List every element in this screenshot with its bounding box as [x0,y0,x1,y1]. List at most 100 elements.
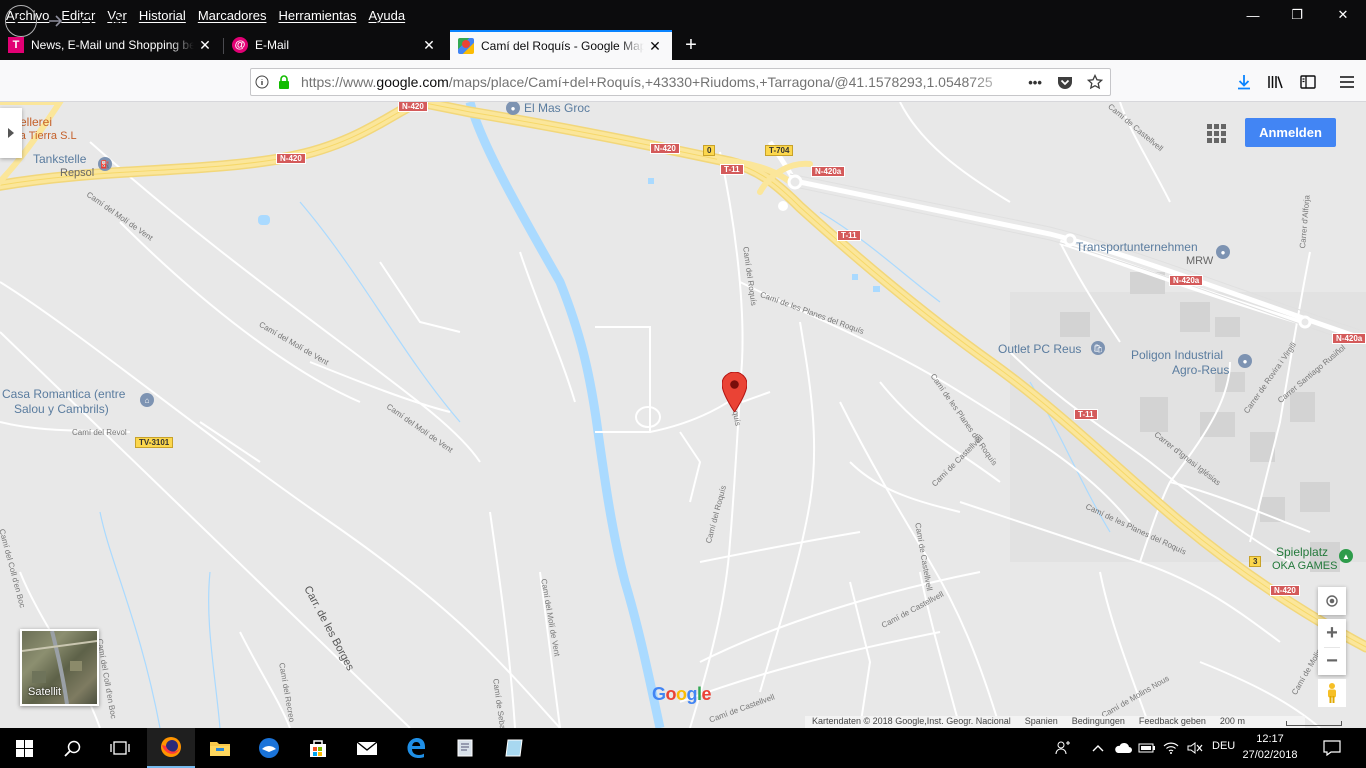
minimize-button[interactable]: — [1230,0,1276,30]
battery-icon[interactable] [1137,738,1157,758]
menu-historial[interactable]: Historial [139,8,186,23]
satellite-layer-toggle[interactable]: Satellit [20,629,99,706]
location-pin-icon[interactable] [722,372,747,412]
poi-poligon-sub: Agro-Reus [1172,363,1230,377]
sign-in-button[interactable]: Anmelden [1245,118,1336,147]
tab-email[interactable]: @ E-Mail ✕ [224,30,446,60]
edge-icon [407,738,425,758]
onedrive-cloud-icon[interactable] [1113,738,1133,758]
google-apps-icon[interactable] [1205,122,1227,144]
close-tab-icon[interactable]: ✕ [418,37,440,54]
task-view-icon [110,741,130,755]
road-shield: N-420a [1332,333,1366,344]
poi-poligon[interactable]: Poligon Industrial [1131,349,1223,362]
close-tab-icon[interactable]: ✕ [644,38,666,55]
poi-cellerei[interactable]: ellerei [20,116,52,129]
map-canvas[interactable]: Camí del Molí de Vent Camí del Molí de V… [0,102,1366,728]
file-explorer-button[interactable] [196,728,244,768]
feedback-link[interactable]: Feedback geben [1132,716,1213,728]
road-shield: T-11 [837,230,861,241]
info-icon[interactable] [251,71,273,93]
home-icon [110,13,124,28]
telekom-t-icon: T [8,37,24,53]
zoom-in-button[interactable]: + [1318,619,1346,647]
poi-casa-romantica[interactable]: Casa Romantica (entre [2,388,125,401]
page-actions-icon[interactable]: ••• [1020,71,1050,93]
store-bag-icon [310,740,326,757]
tab-google-maps[interactable]: Camí del Roquís - Google Maps ✕ [450,30,672,60]
country-link[interactable]: Spanien [1018,716,1065,728]
new-tab-button[interactable]: + [680,30,702,60]
park-icon[interactable]: ▲ [1339,549,1353,563]
gas-station-icon[interactable]: ⛽ [98,157,112,171]
my-location-button[interactable] [1318,587,1346,615]
road-shield: N-420a [811,166,846,177]
pocket-icon[interactable] [1050,71,1080,93]
road-shield: T-11 [720,164,744,175]
close-tab-icon[interactable]: ✕ [194,37,216,54]
people-icon[interactable] [1053,738,1073,758]
thunderbird-button[interactable] [245,728,293,768]
system-clock[interactable]: 12:17 27/02/2018 [1236,731,1304,763]
hotel-icon[interactable]: ⌂ [140,393,154,407]
zoom-out-button[interactable]: − [1318,647,1346,675]
clock-date: 27/02/2018 [1242,749,1298,761]
scale-bar [1286,721,1342,726]
library-icon[interactable] [1264,70,1288,94]
road-shield: TV-3101 [135,437,174,448]
home-button[interactable] [102,6,132,36]
notes-app-button[interactable] [441,728,489,768]
url-text[interactable]: https://www.google.com/maps/place/Camí+d… [301,74,1020,90]
poi-tankstelle[interactable]: Tankstelle [33,153,86,166]
forward-button[interactable] [40,6,70,36]
hamburger-menu-icon[interactable] [1335,70,1359,94]
start-button[interactable] [0,728,48,768]
show-hidden-icons-chevron-up-icon[interactable] [1088,738,1108,758]
map-roads [0,102,1366,728]
side-panel-toggle[interactable] [0,108,22,158]
location-icon[interactable]: ● [1216,245,1230,259]
bookmark-star-icon[interactable] [1080,71,1110,93]
sticky-notes-button[interactable] [490,728,538,768]
task-view-button[interactable] [96,728,144,768]
zoom-controls: + − [1318,619,1346,675]
shopping-icon[interactable]: 🛍 [1091,341,1105,355]
clock-time: 12:17 [1256,733,1284,745]
store-button[interactable] [294,728,342,768]
sidebar-icon[interactable] [1296,70,1320,94]
notepad-icon [505,739,523,757]
edge-button[interactable] [392,728,440,768]
my-location-icon [1326,595,1338,607]
wifi-icon[interactable] [1161,738,1181,758]
menu-ayuda[interactable]: Ayuda [368,8,405,23]
mail-button[interactable] [343,728,391,768]
firefox-taskbar-button[interactable] [147,728,195,768]
menu-herramientas[interactable]: Herramientas [278,8,356,23]
menu-marcadores[interactable]: Marcadores [198,8,267,23]
download-icon[interactable] [1232,70,1256,94]
back-button[interactable] [5,5,37,37]
close-window-button[interactable]: ✕ [1320,0,1366,30]
reload-button[interactable] [71,6,101,36]
road-shield: N-420 [276,153,306,164]
road-shield: N-420a [1169,275,1204,286]
url-bar[interactable]: https://www.google.com/maps/place/Camí+d… [250,68,1111,96]
poi-spielplatz[interactable]: Spielplatz [1276,546,1328,559]
poi-transport[interactable]: Transportunternehmen [1076,241,1198,254]
notification-center-icon[interactable] [1322,738,1342,758]
lock-icon[interactable] [273,71,295,93]
location-icon[interactable]: ● [1238,354,1252,368]
forward-arrow-icon [49,15,63,27]
street-view-pegman[interactable] [1318,679,1346,707]
input-language[interactable]: DEU [1212,740,1235,752]
road-shield: T-11 [1074,409,1098,420]
maximize-button[interactable]: ❐ [1274,0,1320,30]
poi-outlet[interactable]: Outlet PC Reus [998,343,1081,356]
volume-muted-icon[interactable] [1185,738,1205,758]
terms-link[interactable]: Bedingungen [1065,716,1132,728]
url-path: /maps/place/Camí+del+Roquís,+43330+Riudo… [448,74,993,90]
windows-logo-icon [15,739,33,757]
search-button[interactable] [48,728,96,768]
tab-title: News, E-Mail und Shopping bei Telekom [31,38,194,52]
poi-mas-groc[interactable]: El Mas Groc [524,102,590,115]
